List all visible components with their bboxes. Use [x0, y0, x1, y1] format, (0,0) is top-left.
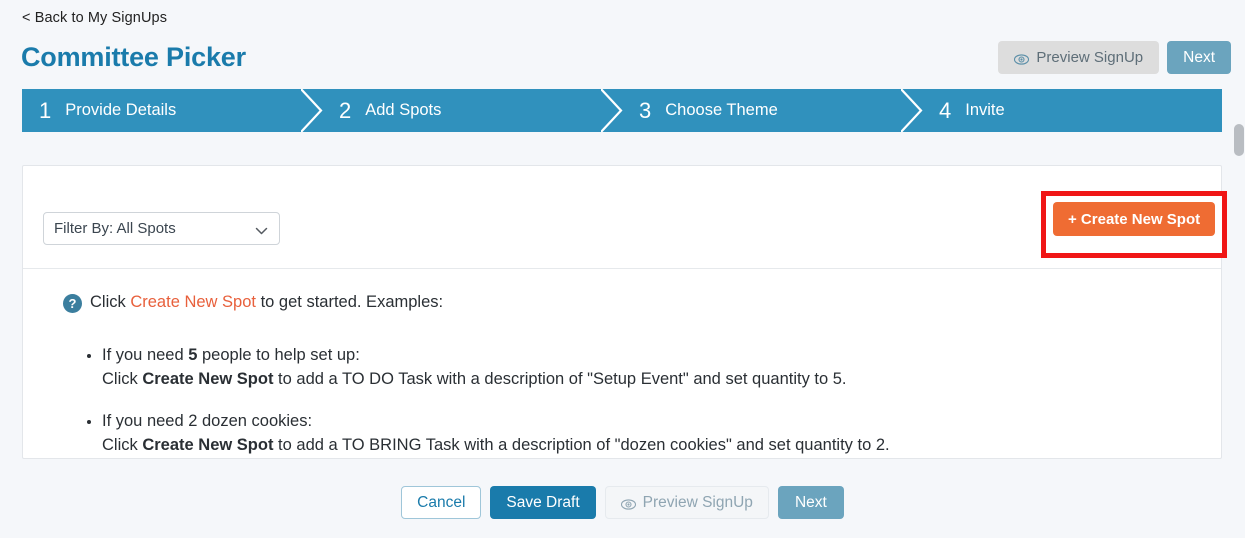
create-new-spot-inline-link[interactable]: Create New Spot: [130, 293, 256, 311]
example-line2: Click Create New Spot to add a TO DO Tas…: [102, 370, 847, 388]
preview-signup-label-top: Preview SignUp: [1036, 49, 1144, 66]
example-line1-pre: If you need: [102, 346, 189, 364]
preview-signup-button-top[interactable]: Preview SignUp: [998, 41, 1160, 74]
example-line2-pre: Click: [102, 435, 143, 454]
step-label: Invite: [965, 101, 1005, 120]
list-item: If you need 2 dozen cookies: Click Creat…: [102, 410, 890, 458]
example-line1: If you need 2 dozen cookies:: [102, 412, 312, 430]
step-invite[interactable]: 4 Invite: [922, 89, 1222, 132]
page-title: Committee Picker: [21, 42, 246, 72]
step-chevron-icon: [601, 89, 623, 132]
example-line2-post: to add a TO DO Task with a description o…: [273, 369, 847, 388]
filter-by-select[interactable]: Filter By: All Spots: [43, 212, 280, 245]
back-to-my-signups-link[interactable]: < Back to My SignUps: [22, 10, 167, 26]
page-scrollbar-thumb[interactable]: [1234, 124, 1244, 156]
footer-actions: Cancel Save Draft Preview SignUp Next: [0, 486, 1245, 519]
eye-icon: [1014, 52, 1030, 65]
step-progress-bar: 1 Provide Details 2 Add Spots 3 Choose T…: [22, 89, 1222, 132]
intro-click-text: Click: [90, 293, 131, 311]
preview-signup-label-bottom: Preview SignUp: [642, 493, 753, 511]
svg-text:?: ?: [69, 296, 77, 311]
step-chevron-icon: [901, 89, 923, 132]
instructions-intro-text: Click Create New Spot to get started. Ex…: [90, 292, 443, 313]
list-item: If you need 5 people to help set up: Cli…: [102, 344, 890, 392]
step-number: 4: [939, 97, 952, 123]
step-label: Add Spots: [365, 101, 442, 120]
example-line2-post: to add a TO BRING Task with a descriptio…: [273, 435, 890, 454]
instructions-panel: ? Click Create New Spot to get started. …: [23, 269, 1221, 454]
instructions-intro: ? Click Create New Spot to get started. …: [63, 292, 443, 313]
example-line2: Click Create New Spot to add a TO BRING …: [102, 436, 890, 454]
step-add-spots[interactable]: 2 Add Spots: [322, 89, 623, 132]
next-button-top[interactable]: Next: [1167, 41, 1231, 74]
step-label: Choose Theme: [665, 101, 778, 120]
next-button-bottom[interactable]: Next: [777, 486, 844, 519]
example-line1-pre: If you need 2 dozen cookies:: [102, 411, 313, 430]
save-draft-button[interactable]: Save Draft: [490, 486, 596, 519]
step-number: 1: [39, 97, 52, 123]
example-line2-pre: Click: [102, 369, 143, 388]
example-line1: If you need 5 people to help set up:: [102, 346, 360, 364]
cancel-button[interactable]: Cancel: [401, 486, 482, 519]
intro-rest-text: to get started. Examples:: [256, 293, 444, 311]
step-choose-theme[interactable]: 3 Choose Theme: [622, 89, 923, 132]
example-line1-post: people to help set up:: [197, 346, 360, 364]
create-new-spot-button[interactable]: + Create New Spot: [1053, 202, 1216, 236]
page-scrollbar-track[interactable]: [1232, 0, 1245, 540]
eye-icon: [620, 497, 636, 510]
header-actions: Preview SignUp Next: [998, 41, 1231, 74]
examples-list: If you need 5 people to help set up: Cli…: [84, 344, 890, 476]
card-toolbar: Filter By: All Spots + Create New Spot: [23, 166, 1227, 269]
spots-card: Filter By: All Spots + Create New Spot ?…: [22, 165, 1227, 459]
step-chevron-icon: [301, 89, 323, 132]
example-line2-bold: Create New Spot: [142, 369, 274, 388]
step-number: 3: [639, 97, 652, 123]
step-label: Provide Details: [65, 101, 177, 120]
preview-signup-button-bottom[interactable]: Preview SignUp: [604, 486, 769, 519]
step-provide-details[interactable]: 1 Provide Details: [22, 89, 323, 132]
step-number: 2: [339, 97, 352, 123]
question-mark-icon: ?: [63, 294, 82, 313]
page-root: < Back to My SignUps Committee Picker Pr…: [0, 0, 1245, 540]
example-line2-bold: Create New Spot: [142, 435, 274, 454]
